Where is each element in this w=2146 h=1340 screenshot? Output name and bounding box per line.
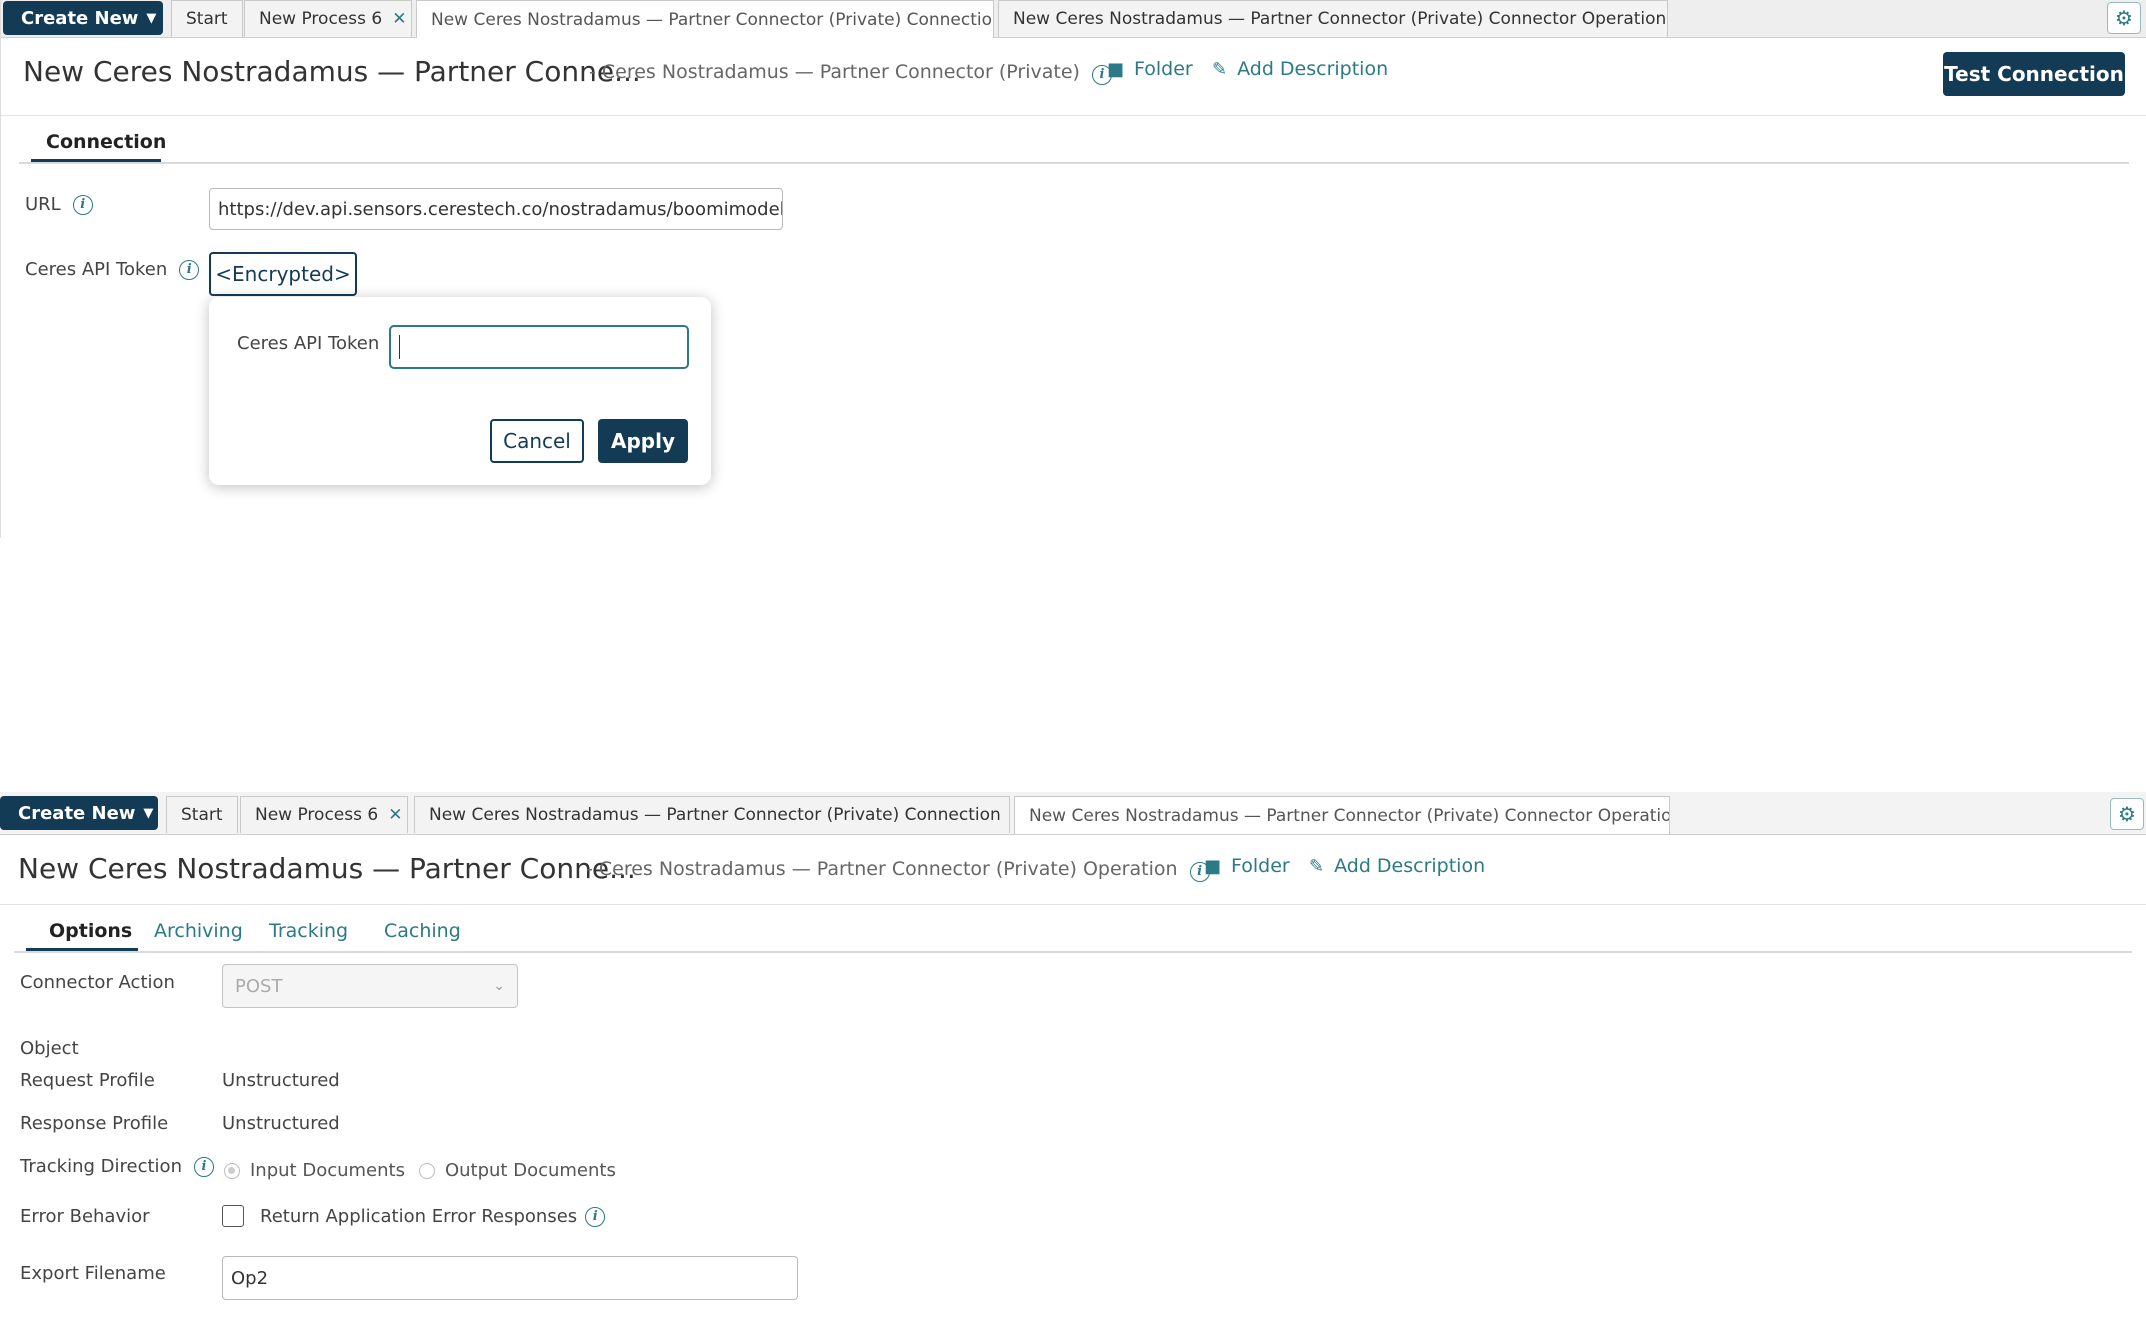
radio-input-label: Input Documents: [250, 1160, 405, 1181]
folder-icon: ■: [1204, 855, 1222, 877]
tab-options[interactable]: Options: [49, 920, 132, 942]
ceres-api-token-label-text: Ceres API Token: [25, 259, 168, 280]
tab-tracking[interactable]: Tracking: [269, 920, 348, 942]
radio-output-label: Output Documents: [444, 1160, 616, 1181]
add-description-label: Add Description: [1237, 58, 1389, 80]
error-behavior-label: Error Behavior: [20, 1206, 150, 1227]
connector-action-value: POST: [235, 975, 283, 997]
tab-connection[interactable]: New Ceres Nostradamus — Partner Connecto…: [416, 0, 994, 38]
tab-label: New Ceres Nostradamus — Partner Connecto…: [1029, 805, 1670, 826]
info-icon[interactable]: i: [72, 194, 93, 215]
gear-icon[interactable]: ⚙: [2107, 2, 2141, 34]
return-error-responses-option: Return Application Error Responses i: [260, 1206, 606, 1227]
add-description-label: Add Description: [1334, 855, 1486, 877]
connector-action-label: Connector Action: [20, 972, 175, 993]
pencil-icon: ✎: [1212, 58, 1228, 80]
token-popup: Ceres API Token Cancel Apply: [209, 297, 711, 485]
tab-connector-operation[interactable]: New Ceres Nostradamus — Partner Connecto…: [1014, 796, 1670, 834]
folder-label: Folder: [1231, 855, 1290, 877]
caret-down-icon: ▼: [143, 805, 154, 821]
tracking-direction-label: Tracking Direction i: [20, 1156, 214, 1177]
url-label: URL i: [25, 194, 93, 215]
tab-start[interactable]: Start: [171, 0, 243, 37]
radio-input-documents[interactable]: [224, 1162, 240, 1179]
add-description-link[interactable]: ✎ Add Description: [1212, 58, 1388, 80]
folder-label: Folder: [1134, 58, 1193, 80]
test-connection-button[interactable]: Test Connection: [1943, 52, 2125, 96]
url-label-text: URL: [25, 194, 61, 215]
info-icon[interactable]: i: [179, 259, 200, 280]
tracking-direction-radios: Input Documents Output Documents: [224, 1160, 616, 1181]
subtitle-text: - Ceres Nostradamus — Partner Connector …: [586, 858, 1178, 880]
url-input[interactable]: https://dev.api.sensors.cerestech.co/nos…: [209, 188, 783, 230]
tab-label: Start: [186, 9, 228, 29]
page-subtitle: - Ceres Nostradamus — Partner Connector …: [589, 61, 1112, 85]
caret-down-icon: ▼: [146, 10, 157, 26]
close-icon[interactable]: ✕: [388, 805, 402, 825]
tab-label: Start: [181, 805, 223, 825]
popup-token-label: Ceres API Token: [237, 333, 380, 354]
create-new-label: Create New: [21, 7, 139, 29]
popup-token-input[interactable]: [389, 325, 689, 369]
info-icon[interactable]: i: [193, 1156, 214, 1177]
ceres-api-token-label: Ceres API Token i: [25, 259, 200, 280]
tab-label: New Process 6: [255, 805, 379, 825]
request-profile-label: Request Profile: [20, 1070, 155, 1091]
return-error-responses-label: Return Application Error Responses: [260, 1206, 578, 1227]
create-new-button[interactable]: Create New ▼: [0, 796, 158, 830]
folder-link[interactable]: ■ Folder: [1204, 855, 1290, 877]
connector-action-select[interactable]: POST ⌄: [222, 964, 518, 1008]
tab-new-process-6[interactable]: New Process 6 ✕: [244, 0, 412, 37]
return-error-responses-checkbox[interactable]: [222, 1205, 244, 1227]
tab-label: New Ceres Nostradamus — Partner Connecto…: [1013, 9, 1667, 29]
close-icon[interactable]: ✕: [392, 9, 406, 29]
add-description-link[interactable]: ✎ Add Description: [1309, 855, 1485, 877]
header-divider: [0, 904, 2146, 905]
apply-button[interactable]: Apply: [598, 419, 688, 463]
subtab-divider: [19, 162, 2129, 164]
pencil-icon: ✎: [1309, 855, 1325, 877]
response-profile-label: Response Profile: [20, 1113, 169, 1134]
response-profile-value: Unstructured: [222, 1113, 340, 1134]
connection-panel: Create New ▼ Start New Process 6 ✕ New C…: [0, 0, 2146, 538]
info-icon[interactable]: i: [585, 1206, 606, 1227]
tab-label: New Ceres Nostradamus — Partner Connecto…: [429, 805, 1001, 825]
export-filename-input[interactable]: Op2: [222, 1256, 798, 1300]
text-cursor: [399, 335, 400, 359]
operation-panel: Create New ▼ Start New Process 6 ✕ New C…: [0, 792, 2146, 1340]
tab-bar: Create New ▼ Start New Process 6 ✕ New C…: [0, 792, 2146, 835]
tab-label: New Process 6: [259, 9, 383, 29]
cancel-button[interactable]: Cancel: [490, 419, 584, 463]
tab-connection[interactable]: New Ceres Nostradamus — Partner Connecto…: [414, 796, 1010, 833]
create-new-label: Create New: [18, 802, 136, 824]
tab-bar: Create New ▼ Start New Process 6 ✕ New C…: [1, 0, 2146, 38]
object-label: Object: [20, 1038, 79, 1059]
subtab-divider: [14, 951, 2132, 953]
tab-start[interactable]: Start: [166, 796, 238, 833]
page-subtitle: - Ceres Nostradamus — Partner Connector …: [586, 858, 1210, 882]
header-divider: [1, 115, 2146, 116]
export-filename-label: Export Filename: [20, 1263, 166, 1284]
request-profile-value: Unstructured: [222, 1070, 340, 1091]
tracking-direction-label-text: Tracking Direction: [20, 1156, 182, 1177]
tab-new-process-6[interactable]: New Process 6 ✕: [240, 796, 408, 833]
chevron-down-icon: ⌄: [493, 978, 505, 994]
create-new-button[interactable]: Create New ▼: [3, 1, 163, 35]
tab-connection-options[interactable]: Connection: [46, 131, 166, 153]
page-title: New Ceres Nostradamus — Partner Conne...: [18, 852, 636, 885]
subtitle-text: - Ceres Nostradamus — Partner Connector …: [589, 61, 1080, 83]
blank-gap: [0, 538, 2146, 792]
folder-link[interactable]: ■ Folder: [1107, 58, 1193, 80]
tab-caching[interactable]: Caching: [384, 920, 461, 942]
tab-label: New Ceres Nostradamus — Partner Connecto…: [431, 9, 994, 30]
tab-connector-operation[interactable]: New Ceres Nostradamus — Partner Connecto…: [998, 0, 1668, 37]
encrypted-token-button[interactable]: <Encrypted>: [209, 252, 357, 296]
tab-archiving[interactable]: Archiving: [154, 920, 243, 942]
folder-icon: ■: [1107, 58, 1125, 80]
gear-icon[interactable]: ⚙: [2110, 798, 2144, 830]
radio-output-documents[interactable]: [418, 1162, 435, 1179]
page-title: New Ceres Nostradamus — Partner Conne...: [23, 55, 641, 88]
